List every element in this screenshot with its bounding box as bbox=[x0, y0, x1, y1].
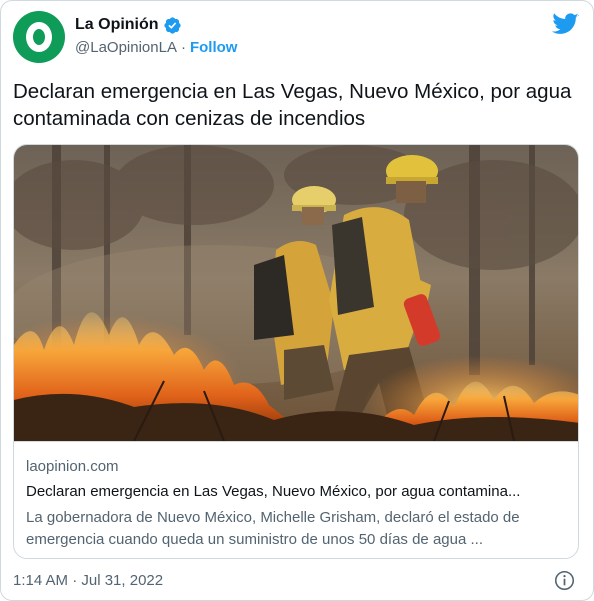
card-domain: laopinion.com bbox=[26, 458, 119, 475]
twitter-bird-icon[interactable] bbox=[552, 13, 579, 36]
tweet-timestamp[interactable]: 1:14 AM · Jul 31, 2022 bbox=[13, 572, 163, 589]
author-handle-row: @LaOpinionLA · Follow bbox=[75, 39, 237, 56]
tweet-text: Declaran emergencia en Las Vegas, Nuevo … bbox=[13, 80, 572, 130]
card-image-firefighters[interactable] bbox=[14, 145, 579, 441]
tweet-embed: La Opinión @LaOpinionLA · Follow Declara… bbox=[0, 0, 594, 601]
follow-button[interactable]: Follow bbox=[190, 39, 238, 56]
avatar[interactable] bbox=[13, 11, 65, 63]
author-name-row: La Opinión bbox=[75, 14, 182, 36]
info-icon[interactable] bbox=[554, 570, 575, 591]
separator-dot: · bbox=[180, 39, 186, 56]
author-handle[interactable]: @LaOpinionLA bbox=[75, 39, 177, 56]
card-description: La gobernadora de Nuevo México, Michelle… bbox=[26, 509, 520, 548]
card-title[interactable]: Declaran emergencia en Las Vegas, Nuevo … bbox=[26, 483, 566, 500]
verified-badge-icon bbox=[163, 16, 181, 34]
link-card[interactable]: laopinion.com Declaran emergencia en Las… bbox=[13, 144, 579, 559]
author-name[interactable]: La Opinión bbox=[75, 16, 159, 34]
avatar-logo-o bbox=[26, 22, 52, 52]
card-divider bbox=[14, 441, 578, 442]
